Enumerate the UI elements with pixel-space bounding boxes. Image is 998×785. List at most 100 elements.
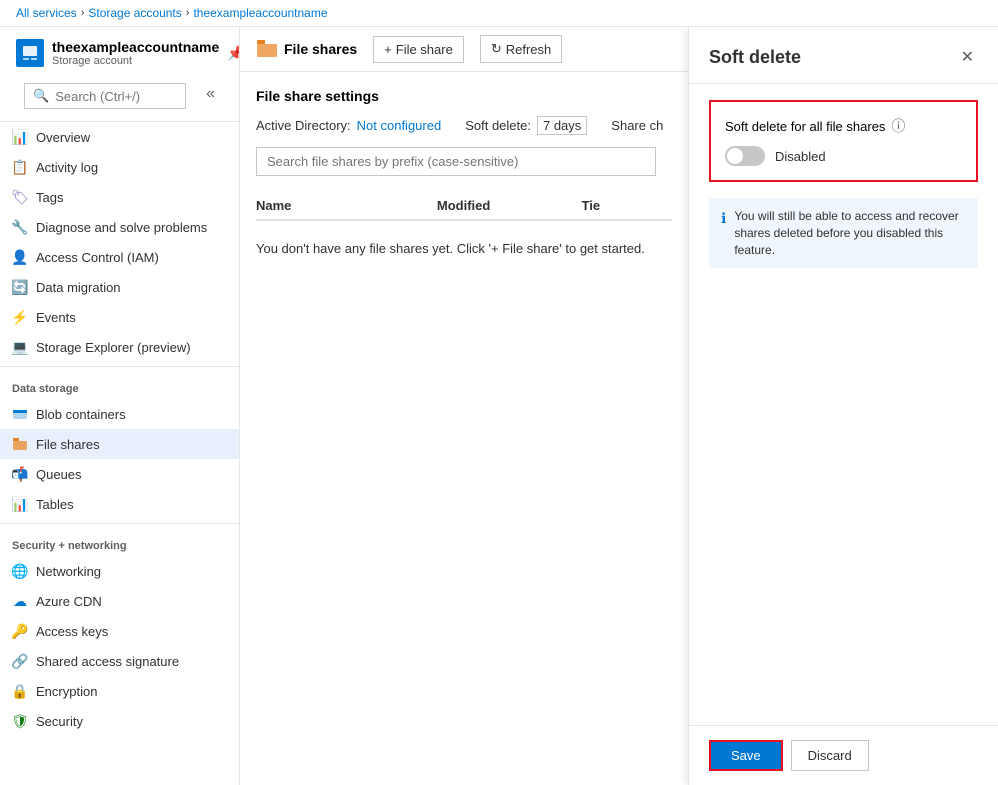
sidebar-item-tables[interactable]: 📊 Tables — [0, 489, 239, 519]
soft-delete-panel: Soft delete ✕ Soft delete for all file s… — [688, 27, 998, 785]
sidebar-item-label: Queues — [36, 467, 82, 482]
column-tier: Tie — [582, 198, 672, 213]
overview-icon: 📊 — [12, 129, 28, 145]
toggle-state-label: Disabled — [775, 149, 826, 164]
page-title: File shares — [256, 37, 357, 62]
sidebar-item-diagnose[interactable]: 🔧 Diagnose and solve problems — [0, 212, 239, 242]
search-container: 🔍 — [24, 83, 186, 109]
breadcrumb-all-services[interactable]: All services — [16, 6, 77, 20]
search-input[interactable] — [55, 89, 177, 104]
main-content: File shares + File share ↻ Refresh File … — [240, 27, 688, 785]
info-circle-icon: ⓘ — [891, 116, 905, 136]
sidebar-item-label: Azure CDN — [36, 594, 102, 609]
sidebar-item-data-migration[interactable]: 🔄 Data migration — [0, 272, 239, 302]
divider-1 — [0, 366, 239, 367]
search-icon: 🔍 — [33, 88, 49, 104]
events-icon: ⚡ — [12, 309, 28, 325]
info-text: You will still be able to access and rec… — [734, 208, 966, 258]
sidebar-item-label: Activity log — [36, 160, 98, 175]
sidebar-item-label: Networking — [36, 564, 101, 579]
refresh-button[interactable]: ↻ Refresh — [480, 35, 562, 63]
sidebar-item-label: Shared access signature — [36, 654, 179, 669]
sidebar-item-label: Events — [36, 310, 76, 325]
file-shares-icon — [12, 436, 28, 452]
section-security-networking: Security + networking — [0, 528, 239, 556]
share-change-label: Share ch — [611, 118, 663, 133]
account-icon — [16, 39, 44, 67]
breadcrumb-sep-1: › — [81, 7, 85, 19]
pin-icon[interactable]: 📌 — [227, 45, 240, 62]
refresh-label: Refresh — [506, 42, 552, 57]
queues-icon: 📬 — [12, 466, 28, 482]
breadcrumb-storage-accounts[interactable]: Storage accounts — [88, 6, 181, 20]
add-file-share-icon: + — [384, 42, 392, 57]
sidebar-header: theexampleaccountname Storage account 📌 … — [0, 27, 239, 122]
info-icon: ℹ — [721, 209, 726, 258]
sidebar-item-label: Access keys — [36, 624, 108, 639]
active-directory-value[interactable]: Not configured — [357, 118, 442, 133]
add-file-share-button[interactable]: + File share — [373, 36, 464, 63]
sidebar-item-azure-cdn[interactable]: ☁ Azure CDN — [0, 586, 239, 616]
sidebar-item-label: Data migration — [36, 280, 121, 295]
access-keys-icon: 🔑 — [12, 623, 28, 639]
panel-body: Soft delete for all file shares ⓘ Disabl… — [689, 84, 998, 725]
networking-icon: 🌐 — [12, 563, 28, 579]
search-file-shares-input[interactable] — [256, 147, 656, 176]
breadcrumb-sep-2: › — [186, 7, 190, 19]
sidebar-item-storage-explorer[interactable]: 💻 Storage Explorer (preview) — [0, 332, 239, 362]
discard-button[interactable]: Discard — [791, 740, 869, 771]
close-panel-button[interactable]: ✕ — [957, 43, 978, 71]
settings-row: Active Directory: Not configured Soft de… — [256, 116, 672, 135]
panel-title: Soft delete — [709, 47, 801, 68]
active-directory-setting: Active Directory: Not configured — [256, 118, 441, 133]
sidebar-item-security[interactable]: 🛡 Security — [0, 706, 239, 736]
soft-delete-feature-box: Soft delete for all file shares ⓘ Disabl… — [709, 100, 978, 182]
sidebar-item-label: Security — [36, 714, 83, 729]
sidebar-item-access-keys[interactable]: 🔑 Access keys — [0, 616, 239, 646]
column-name: Name — [256, 198, 437, 213]
page-title-text: File shares — [284, 41, 357, 57]
info-box: ℹ You will still be able to access and r… — [709, 198, 978, 268]
sidebar-item-label: Diagnose and solve problems — [36, 220, 207, 235]
panel-footer: Save Discard — [689, 725, 998, 785]
sidebar-item-encryption[interactable]: 🔒 Encryption — [0, 676, 239, 706]
save-button[interactable]: Save — [709, 740, 783, 771]
toggle-container: Disabled — [725, 146, 962, 166]
add-file-share-label: File share — [396, 42, 453, 57]
file-shares-header-icon — [256, 37, 278, 62]
sidebar-item-networking[interactable]: 🌐 Networking — [0, 556, 239, 586]
soft-delete-toggle[interactable] — [725, 146, 765, 166]
account-title: theexampleaccountname — [52, 39, 219, 55]
sidebar: theexampleaccountname Storage account 📌 … — [0, 27, 240, 785]
breadcrumb: All services › Storage accounts › theexa… — [0, 0, 998, 27]
soft-delete-feature-label-row: Soft delete for all file shares ⓘ — [725, 116, 962, 136]
blob-icon — [12, 406, 28, 422]
security-icon: 🛡 — [12, 713, 28, 729]
sidebar-item-queues[interactable]: 📬 Queues — [0, 459, 239, 489]
sidebar-item-label: Overview — [36, 130, 90, 145]
data-migration-icon: 🔄 — [12, 279, 28, 295]
empty-table-message: You don't have any file shares yet. Clic… — [256, 221, 672, 276]
storage-explorer-icon: 💻 — [12, 339, 28, 355]
sidebar-item-label: Access Control (IAM) — [36, 250, 159, 265]
share-change-setting: Share ch — [611, 118, 663, 133]
collapse-sidebar-button[interactable]: « — [198, 81, 223, 107]
refresh-icon: ↻ — [491, 41, 502, 57]
content-header: File shares + File share ↻ Refresh — [240, 27, 688, 72]
sidebar-item-blob-containers[interactable]: Blob containers — [0, 399, 239, 429]
panel-header: Soft delete ✕ — [689, 27, 998, 84]
tags-icon: 🏷 — [12, 189, 28, 205]
encryption-icon: 🔒 — [12, 683, 28, 699]
sidebar-item-events[interactable]: ⚡ Events — [0, 302, 239, 332]
sidebar-item-access-control[interactable]: 👤 Access Control (IAM) — [0, 242, 239, 272]
sidebar-item-activity-log[interactable]: 📋 Activity log — [0, 152, 239, 182]
sidebar-item-overview[interactable]: 📊 Overview — [0, 122, 239, 152]
sidebar-item-file-shares[interactable]: File shares — [0, 429, 239, 459]
breadcrumb-account-name[interactable]: theexampleaccountname — [193, 6, 327, 20]
sidebar-item-shared-access[interactable]: 🔗 Shared access signature — [0, 646, 239, 676]
account-info: theexampleaccountname Storage account 📌 … — [16, 39, 223, 67]
soft-delete-value[interactable]: 7 days — [537, 116, 587, 135]
sidebar-item-label: File shares — [36, 437, 100, 452]
sidebar-item-tags[interactable]: 🏷 Tags — [0, 182, 239, 212]
soft-delete-feature-label: Soft delete for all file shares — [725, 119, 885, 134]
